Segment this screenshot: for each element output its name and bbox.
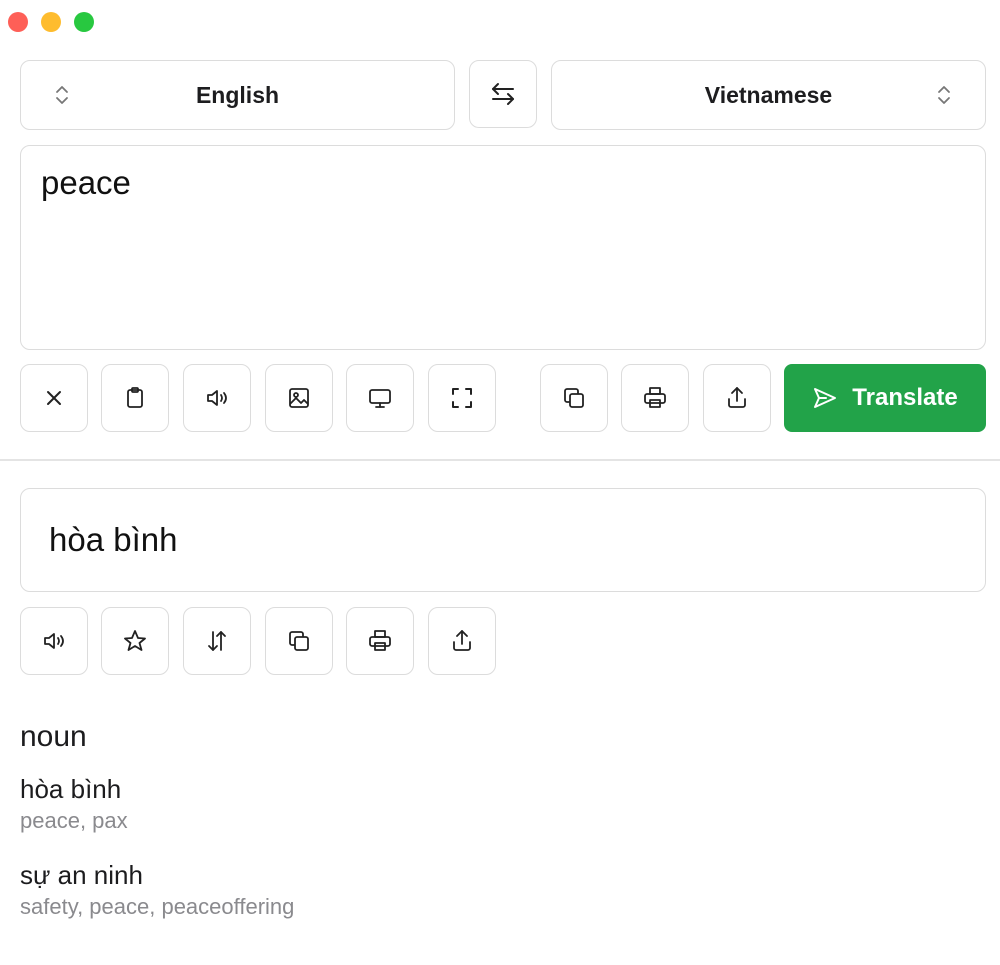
fullscreen-icon: [452, 388, 472, 408]
favorite-button[interactable]: [101, 607, 169, 675]
chevron-up-down-icon: [56, 86, 68, 104]
swap-languages-button[interactable]: [469, 60, 537, 128]
speaker-icon: [207, 390, 227, 406]
divider: [0, 459, 1000, 461]
speaker-icon: [44, 633, 64, 649]
translate-label: Translate: [852, 384, 958, 411]
part-of-speech: noun: [20, 720, 87, 753]
copy-translation-button[interactable]: [265, 607, 333, 675]
image-button[interactable]: [265, 364, 333, 432]
speak-translation-button[interactable]: [20, 607, 88, 675]
print-translation-button[interactable]: [346, 607, 414, 675]
paste-icon: [127, 387, 143, 408]
swap-arrows-icon: [492, 83, 514, 105]
screen-capture-button[interactable]: [346, 364, 414, 432]
close-window-button[interactable]: [8, 12, 28, 32]
entry-term[interactable]: sự an ninh: [20, 858, 294, 892]
share-translation-button[interactable]: [428, 607, 496, 675]
window-controls: [8, 12, 94, 32]
maximize-window-button[interactable]: [74, 12, 94, 32]
translate-button[interactable]: Translate: [784, 364, 986, 432]
share-icon: [453, 630, 471, 651]
send-icon: [814, 388, 837, 408]
minimize-window-button[interactable]: [41, 12, 61, 32]
dictionary-panel: noun hòa bình peace, pax sự an ninh safe…: [20, 720, 294, 944]
print-icon: [369, 630, 391, 651]
star-icon: [124, 630, 146, 651]
dictionary-entry: sự an ninh safety, peace, peaceoffering: [20, 858, 294, 922]
translation-output: hòa bình: [20, 488, 986, 592]
source-text-input[interactable]: peace: [20, 145, 986, 350]
translation-text: hòa bình: [49, 521, 178, 558]
clear-icon: [47, 391, 61, 405]
print-source-button[interactable]: [621, 364, 689, 432]
dictionary-entry: hòa bình peace, pax: [20, 772, 294, 836]
copy-source-button[interactable]: [540, 364, 608, 432]
monitor-icon: [369, 389, 391, 408]
share-source-button[interactable]: [703, 364, 771, 432]
sort-icon: [208, 631, 226, 651]
chevron-up-down-icon: [938, 86, 950, 104]
target-language-select[interactable]: Vietnamese: [551, 60, 986, 130]
fullscreen-button[interactable]: [428, 364, 496, 432]
entry-synonyms: peace, pax: [20, 808, 128, 833]
clear-button[interactable]: [20, 364, 88, 432]
share-icon: [728, 387, 746, 408]
entry-synonyms: safety, peace, peaceoffering: [20, 894, 295, 919]
image-icon: [289, 388, 309, 408]
source-language-label: English: [195, 81, 280, 108]
print-icon: [644, 387, 666, 408]
speak-source-button[interactable]: [183, 364, 251, 432]
reverse-translation-button[interactable]: [183, 607, 251, 675]
copy-icon: [289, 631, 309, 651]
source-language-select[interactable]: English: [20, 60, 455, 130]
copy-icon: [564, 388, 584, 408]
target-language-label: Vietnamese: [704, 81, 833, 108]
paste-button[interactable]: [101, 364, 169, 432]
translator-window: English Vietnamese peace Translate hòa b…: [0, 0, 1000, 965]
entry-term[interactable]: hòa bình: [20, 772, 294, 806]
